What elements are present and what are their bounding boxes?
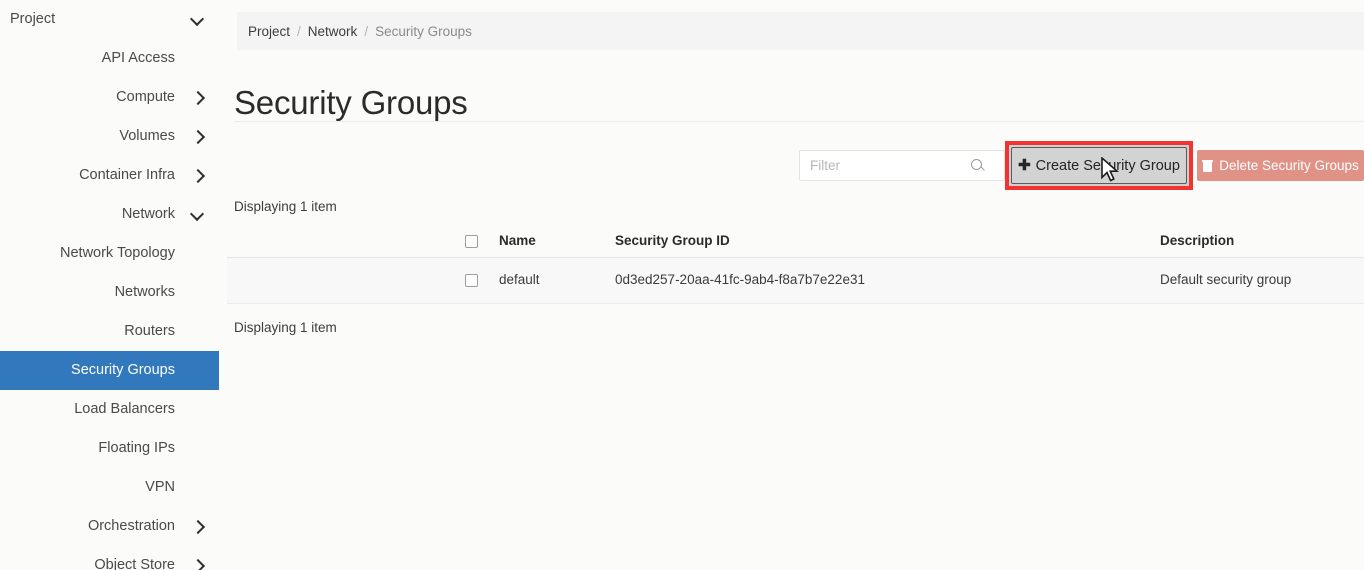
chevron-placeholder-icon	[191, 403, 205, 417]
sidebar-item-networks[interactable]: Networks	[0, 273, 219, 312]
sidebar-item-label: Floating IPs	[98, 440, 175, 457]
chevron-right-icon	[191, 130, 205, 144]
sidebar-item-load-balancers[interactable]: Load Balancers	[0, 390, 219, 429]
plus-icon: ✚	[1018, 157, 1031, 174]
sidebar-item-network-topology[interactable]: Network Topology	[0, 234, 219, 273]
item-count-bottom: Displaying 1 item	[234, 320, 337, 335]
main-content: Project / Network / Security Groups Secu…	[219, 0, 1364, 570]
sidebar-item-vpn[interactable]: VPN	[0, 468, 219, 507]
table-toolbar: ✚ Create Security Group Delete Security …	[234, 141, 1364, 190]
select-all-checkbox[interactable]	[465, 235, 478, 248]
sidebar-item-label: VPN	[145, 479, 175, 496]
sidebar-navigation: Project API Access Compute Volumes Conta…	[0, 0, 219, 570]
search-input[interactable]	[800, 151, 968, 180]
chevron-down-icon	[191, 13, 205, 27]
sidebar-item-object-store[interactable]: Object Store	[0, 546, 219, 570]
sidebar-item-routers[interactable]: Routers	[0, 312, 219, 351]
chevron-placeholder-icon	[191, 52, 205, 66]
sidebar-item-container-infra[interactable]: Container Infra	[0, 156, 219, 195]
breadcrumb-item-network[interactable]: Network	[308, 24, 358, 39]
trash-icon	[1202, 160, 1214, 172]
chevron-right-icon	[191, 520, 205, 534]
chevron-placeholder-icon	[191, 442, 205, 456]
chevron-placeholder-icon	[191, 481, 205, 495]
chevron-right-icon	[191, 559, 205, 570]
sidebar-item-label: Security Groups	[71, 362, 175, 379]
sidebar-item-project[interactable]: Project	[0, 0, 219, 39]
sidebar-item-volumes[interactable]: Volumes	[0, 117, 219, 156]
title-divider	[234, 121, 1364, 122]
table-row[interactable]: default 0d3ed257-20aa-41fc-9ab4-f8a7b7e2…	[227, 258, 1364, 304]
sidebar-item-orchestration[interactable]: Orchestration	[0, 507, 219, 546]
breadcrumb-separator: /	[364, 23, 369, 39]
table-header-row: Name Security Group ID Description Actio…	[227, 226, 1364, 258]
column-header-name[interactable]: Name	[499, 233, 536, 248]
sidebar-item-compute[interactable]: Compute	[0, 78, 219, 117]
breadcrumb-item-security-groups: Security Groups	[375, 23, 472, 39]
sidebar-item-label: Load Balancers	[74, 401, 175, 418]
sidebar-item-label: Compute	[116, 89, 175, 106]
sidebar-item-label: Networks	[114, 284, 175, 301]
breadcrumb: Project / Network / Security Groups	[237, 12, 1364, 50]
sidebar-item-label: API Access	[101, 50, 175, 67]
dashboard-window: Project API Access Compute Volumes Conta…	[0, 0, 1364, 570]
delete-security-groups-label: Delete Security Groups	[1219, 158, 1359, 173]
chevron-placeholder-icon	[191, 325, 205, 339]
breadcrumb-item-project[interactable]: Project	[248, 24, 290, 39]
chevron-right-icon	[191, 91, 205, 105]
cell-description: Default security group	[1160, 272, 1292, 287]
row-select-checkbox[interactable]	[465, 274, 478, 287]
sidebar-item-api-access[interactable]: API Access	[0, 39, 219, 78]
sidebar-item-label: Container Infra	[79, 167, 175, 184]
sidebar-item-label: Project	[10, 11, 56, 28]
chevron-right-icon	[191, 169, 205, 183]
chevron-down-icon	[191, 208, 205, 222]
cell-security-group-id: 0d3ed257-20aa-41fc-9ab4-f8a7b7e22e31	[615, 272, 865, 287]
create-security-group-label: Create Security Group	[1035, 157, 1180, 174]
sidebar-item-label: Object Store	[94, 557, 175, 570]
security-groups-table: Name Security Group ID Description Actio…	[227, 226, 1364, 304]
search-icon[interactable]	[970, 158, 986, 174]
create-security-group-button[interactable]: ✚ Create Security Group	[1011, 147, 1187, 184]
sidebar-item-label: Volumes	[119, 128, 175, 145]
sidebar-item-network[interactable]: Network	[0, 195, 219, 234]
column-header-description[interactable]: Description	[1160, 233, 1234, 248]
page-title: Security Groups	[234, 84, 468, 122]
filter-field[interactable]	[799, 150, 1005, 181]
sidebar-item-label: Routers	[124, 323, 175, 340]
cell-name: default	[499, 272, 540, 287]
chevron-placeholder-icon	[191, 364, 205, 378]
sidebar-item-security-groups[interactable]: Security Groups	[0, 351, 219, 390]
chevron-placeholder-icon	[191, 286, 205, 300]
chevron-placeholder-icon	[191, 247, 205, 261]
breadcrumb-separator: /	[297, 23, 301, 39]
sidebar-item-label: Network Topology	[60, 245, 175, 262]
sidebar-item-label: Network	[121, 206, 175, 223]
sidebar-item-label: Orchestration	[87, 518, 175, 535]
delete-security-groups-button[interactable]: Delete Security Groups	[1197, 150, 1364, 181]
item-count-top: Displaying 1 item	[234, 199, 337, 214]
sidebar-item-floating-ips[interactable]: Floating IPs	[0, 429, 219, 468]
column-header-security-group-id[interactable]: Security Group ID	[615, 233, 730, 248]
